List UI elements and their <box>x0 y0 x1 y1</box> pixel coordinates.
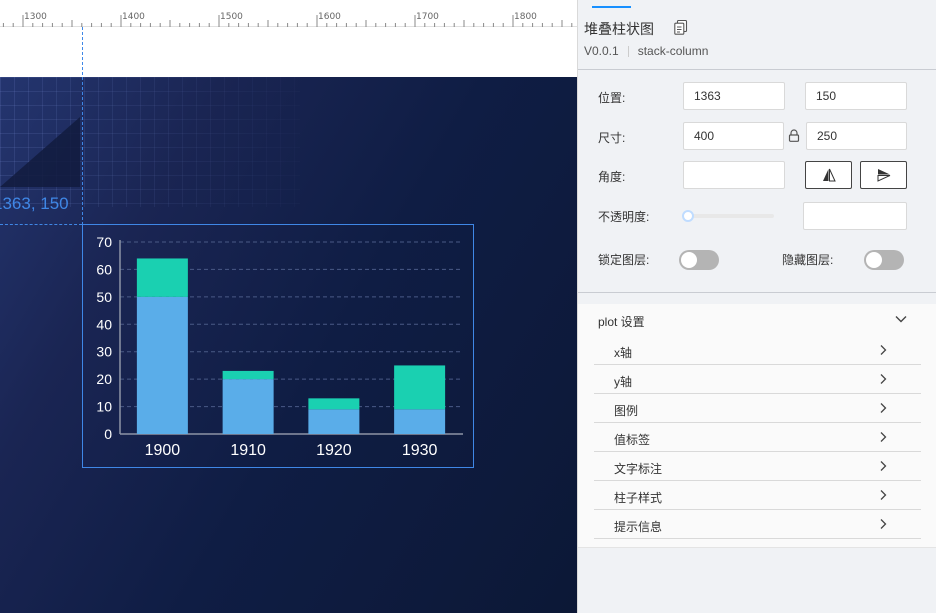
settings-item-legend[interactable]: 图例 <box>594 394 921 423</box>
chevron-right-icon <box>880 432 887 442</box>
plot-settings-header[interactable]: plot 设置 <box>598 313 645 330</box>
horizontal-ruler[interactable]: 1300 1400 1500 1600 1700 1800 <box>0 0 577 27</box>
bar-segment-series-2[interactable] <box>222 370 274 380</box>
lock-layer-toggle[interactable] <box>679 250 719 270</box>
hide-layer-label: 隐藏图层: <box>782 253 834 267</box>
ruler-label-1500: 1500 <box>220 12 243 22</box>
settings-item-label: 柱子样式 <box>614 491 663 505</box>
position-x-input[interactable]: 1363 <box>683 82 785 110</box>
properties-panel: 堆叠柱状图 V0.0.1 stack-column 位置: 1363 150 尺… <box>577 0 936 613</box>
settings-item-x-axis[interactable]: x轴 <box>594 336 921 365</box>
settings-item-label: y轴 <box>614 375 633 389</box>
flip-horizontal-icon <box>822 168 836 182</box>
chevron-right-icon <box>880 403 887 413</box>
component-meta: V0.0.1 stack-column <box>584 44 708 58</box>
size-label: 尺寸: <box>598 131 626 145</box>
settings-item-column-style[interactable]: 柱子样式 <box>594 481 921 510</box>
bar-segment-series-2[interactable] <box>394 365 446 410</box>
bar-segment-series-1[interactable] <box>394 409 446 434</box>
y-tick-label: 40 <box>96 316 112 332</box>
chevron-right-icon <box>880 490 887 500</box>
component-id: stack-column <box>637 44 709 58</box>
opacity-slider-track[interactable] <box>684 214 774 218</box>
plot-settings-section: plot 设置 x轴 y轴 图例 值标签 文字标注 柱子样式 提示信息 <box>578 304 936 548</box>
x-tick-label: 1900 <box>145 442 181 459</box>
width-input[interactable]: 400 <box>683 122 784 150</box>
chevron-down-icon[interactable] <box>894 312 908 326</box>
chevron-right-icon <box>880 345 887 355</box>
vertical-guide-line <box>82 27 83 225</box>
flip-horizontal-button[interactable] <box>805 161 852 189</box>
y-tick-label: 30 <box>96 344 112 360</box>
y-tick-label: 50 <box>96 289 112 305</box>
lock-layer-label: 锁定图层: <box>598 253 650 267</box>
position-y-input[interactable]: 150 <box>805 82 907 110</box>
settings-item-y-axis[interactable]: y轴 <box>594 365 921 394</box>
y-tick-label: 70 <box>96 234 112 250</box>
settings-item-text-annotation[interactable]: 文字标注 <box>594 452 921 481</box>
position-label: 位置: <box>598 91 626 105</box>
copy-icon[interactable] <box>674 20 688 35</box>
ruler-label-1800: 1800 <box>514 12 537 22</box>
chevron-right-icon <box>880 461 887 471</box>
settings-item-value-labels[interactable]: 值标签 <box>594 423 921 452</box>
position-readout: 1363, 150 <box>0 194 69 213</box>
bar-segment-series-1[interactable] <box>222 379 274 434</box>
ruler-ticks <box>2 15 573 27</box>
y-tick-label: 10 <box>96 399 112 415</box>
x-tick-label: 1920 <box>316 442 352 459</box>
horizontal-guide-line <box>0 224 82 225</box>
flip-vertical-icon <box>877 169 890 182</box>
settings-item-label: 提示信息 <box>614 520 663 534</box>
canvas-margin <box>0 27 577 77</box>
app-root: 1300 1400 1500 1600 1700 1800 1363, 150 … <box>0 0 936 613</box>
active-tab-indicator <box>592 6 631 8</box>
ruler-label-1700: 1700 <box>416 12 439 22</box>
chevron-right-icon <box>880 374 887 384</box>
opacity-input[interactable] <box>803 202 907 230</box>
settings-item-label: 图例 <box>614 404 639 418</box>
chart-svg: 0 10 20 30 40 50 60 70 1900 1910 1920 1930 <box>96 234 463 459</box>
editor-canvas[interactable]: 1300 1400 1500 1600 1700 1800 1363, 150 … <box>0 0 577 613</box>
component-title: 堆叠柱状图 <box>584 21 654 37</box>
angle-input[interactable] <box>683 161 785 189</box>
settings-item-tooltip[interactable]: 提示信息 <box>594 510 921 539</box>
y-tick-label: 0 <box>104 426 112 442</box>
ruler-label-1400: 1400 <box>122 12 145 22</box>
angle-label: 角度: <box>598 170 626 184</box>
height-input[interactable]: 250 <box>806 122 907 150</box>
y-tick-label: 60 <box>96 261 112 277</box>
lock-icon[interactable] <box>788 129 800 142</box>
bar-segment-series-1[interactable] <box>136 296 188 434</box>
component-version: V0.0.1 <box>584 44 619 58</box>
x-tick-label: 1930 <box>402 442 438 459</box>
stack-column-chart[interactable]: 0 10 20 30 40 50 60 70 1900 1910 1920 1930 <box>82 224 474 468</box>
corner-decoration <box>0 117 80 187</box>
y-tick-label: 20 <box>96 371 112 387</box>
hide-layer-toggle[interactable] <box>864 250 904 270</box>
x-tick-label: 1910 <box>230 442 266 459</box>
bar-segment-series-2[interactable] <box>308 398 360 410</box>
panel-divider <box>578 292 936 293</box>
flip-vertical-button[interactable] <box>860 161 907 189</box>
settings-item-label: 值标签 <box>614 433 651 447</box>
ruler-label-1600: 1600 <box>318 12 341 22</box>
opacity-slider-handle[interactable] <box>682 210 694 222</box>
settings-item-label: 文字标注 <box>614 462 663 476</box>
settings-item-label: x轴 <box>614 346 633 360</box>
panel-divider <box>578 69 936 70</box>
chevron-right-icon <box>880 519 887 529</box>
opacity-label: 不透明度: <box>598 210 650 224</box>
meta-divider <box>627 45 629 57</box>
bar-segment-series-2[interactable] <box>136 258 188 297</box>
ruler-label-1300: 1300 <box>24 12 47 22</box>
bar-segment-series-1[interactable] <box>308 409 360 434</box>
